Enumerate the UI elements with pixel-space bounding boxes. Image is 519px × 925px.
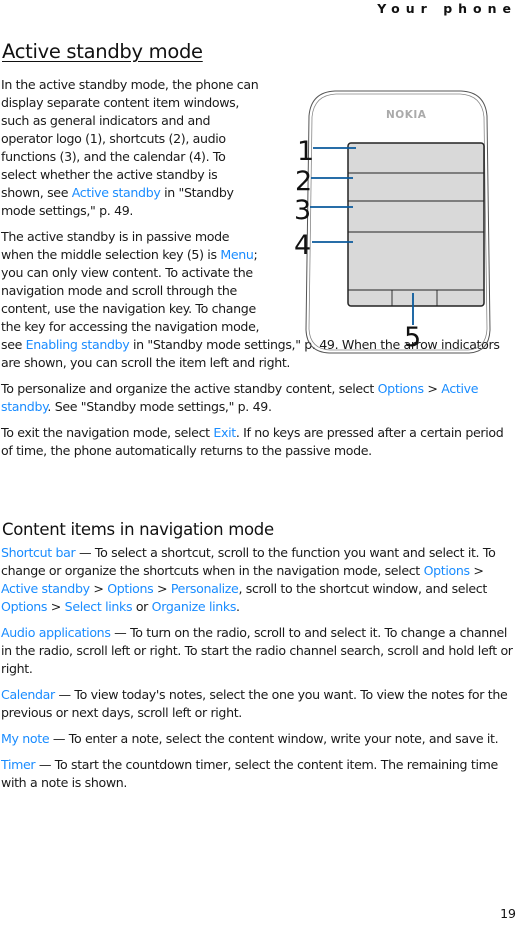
text: To personalize and organize the active s… <box>1 381 378 396</box>
link-personalize[interactable]: Personalize <box>171 581 239 596</box>
paragraph-exit: To exit the navigation mode, select Exit… <box>1 424 517 460</box>
content-items-list: Shortcut bar — To select a shortcut, scr… <box>1 544 519 800</box>
link-options[interactable]: Options <box>424 563 471 578</box>
text: — To select a shortcut, scroll to the fu… <box>1 545 496 578</box>
text: or <box>132 599 152 614</box>
term-my-note[interactable]: My note <box>1 731 50 746</box>
subsection-title: Content items in navigation mode <box>2 520 274 539</box>
list-item-timer: Timer — To start the countdown timer, se… <box>1 756 519 792</box>
text: . <box>236 599 240 614</box>
separator: > <box>469 563 484 578</box>
callout-label-5: 5 <box>404 322 421 353</box>
link-active-standby[interactable]: Active standby <box>72 185 161 200</box>
link-enabling-standby[interactable]: Enabling standby <box>26 337 130 352</box>
term-audio-applications[interactable]: Audio applications <box>1 625 111 640</box>
list-item-shortcut-bar: Shortcut bar — To select a shortcut, scr… <box>1 544 519 616</box>
callout-label-1: 1 <box>297 136 314 167</box>
term-shortcut-bar[interactable]: Shortcut bar <box>1 545 76 560</box>
text: To exit the navigation mode, select <box>1 425 214 440</box>
link-organize-links[interactable]: Organize links <box>152 599 237 614</box>
text: , scroll to the shortcut window, and sel… <box>238 581 487 596</box>
separator: > <box>423 381 442 396</box>
link-active-standby[interactable]: Active standby <box>1 581 90 596</box>
text: — To enter a note, select the content wi… <box>49 731 499 746</box>
paragraph-intro: In the active standby mode, the phone ca… <box>1 76 263 220</box>
paragraph-personalize: To personalize and organize the active s… <box>1 380 517 416</box>
link-options[interactable]: Options <box>378 381 425 396</box>
text: The active standby is in passive mode wh… <box>1 229 230 262</box>
running-header: Your phone <box>377 1 517 16</box>
link-menu[interactable]: Menu <box>220 247 254 262</box>
callout-label-3: 3 <box>294 195 311 226</box>
list-item-my-note: My note — To enter a note, select the co… <box>1 730 519 748</box>
phone-figure: NOKIA 1 2 3 4 5 <box>289 88 519 356</box>
nokia-logo: NOKIA <box>386 109 427 121</box>
phone-screen <box>347 142 485 307</box>
term-timer[interactable]: Timer <box>1 757 36 772</box>
section-title: Active standby mode <box>2 40 203 63</box>
callout-label-4: 4 <box>294 230 311 261</box>
page-number: 19 <box>500 906 516 921</box>
link-options[interactable]: Options <box>107 581 154 596</box>
link-exit[interactable]: Exit <box>213 425 236 440</box>
callout-label-2: 2 <box>295 166 312 197</box>
separator: > <box>47 599 65 614</box>
list-item-audio-applications: Audio applications — To turn on the radi… <box>1 624 519 678</box>
link-options[interactable]: Options <box>1 599 48 614</box>
link-select-links[interactable]: Select links <box>65 599 133 614</box>
phone-illustration: NOKIA 1 2 3 4 5 <box>294 90 491 354</box>
separator: > <box>153 581 171 596</box>
separator: > <box>89 581 108 596</box>
term-calendar[interactable]: Calendar <box>1 687 55 702</box>
list-item-calendar: Calendar — To view today's notes, select… <box>1 686 519 722</box>
text: — To start the countdown timer, select t… <box>1 757 498 790</box>
text: . See "Standby mode settings," p. 49. <box>47 399 272 414</box>
text: — To view today's notes, select the one … <box>1 687 508 720</box>
text: In the active standby mode, the phone ca… <box>1 77 259 200</box>
